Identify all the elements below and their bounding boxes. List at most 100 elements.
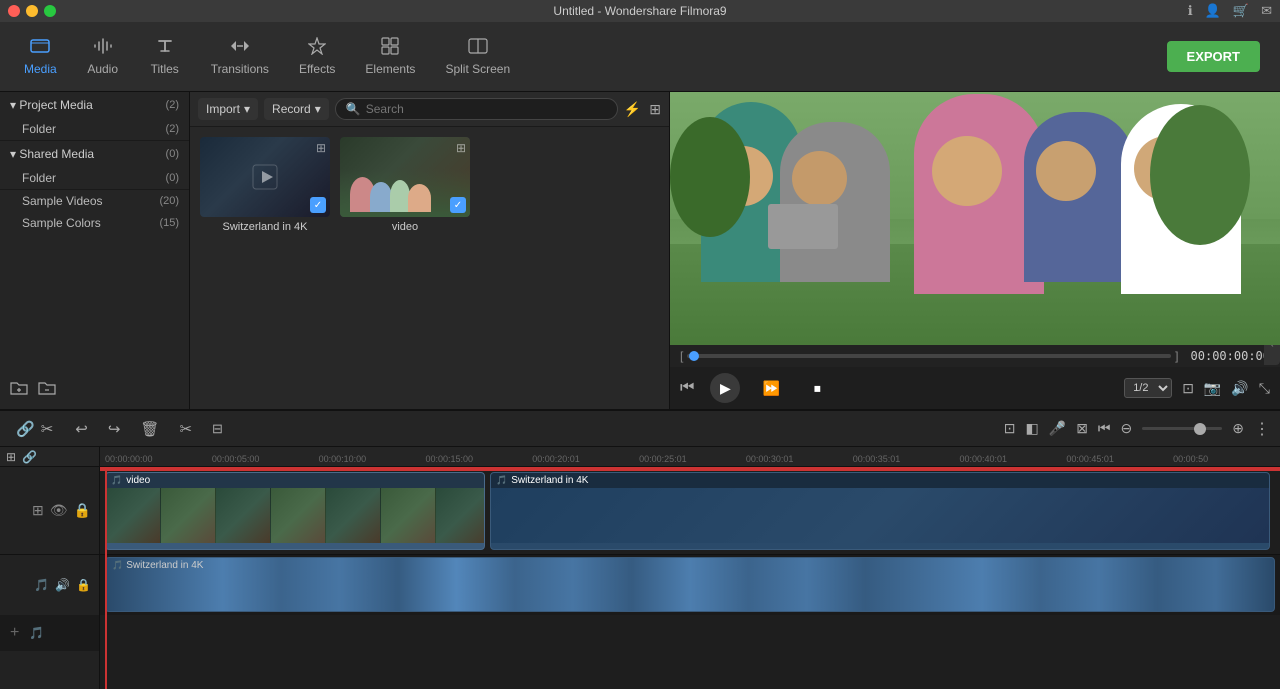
video-clip-2[interactable]: 🎵 Switzerland in 4K	[490, 472, 1270, 550]
expand-icon[interactable]: ⤡	[1259, 380, 1270, 397]
redo-button[interactable]: ↪	[104, 418, 125, 440]
tab-media[interactable]: Media	[10, 31, 71, 82]
ruler-mark-7: 00:00:35:01	[853, 454, 960, 464]
close-button[interactable]	[8, 5, 20, 17]
media-item-video-label: video	[340, 221, 470, 233]
detach-audio-icon[interactable]: ⊠	[1076, 420, 1088, 437]
window-title: Untitled - Wondershare Filmora9	[553, 4, 726, 18]
search-icon: 🔍	[346, 102, 361, 116]
account-icon[interactable]: 👤	[1205, 3, 1221, 19]
timeline-link-icon[interactable]: 🔗	[16, 420, 35, 438]
record-button[interactable]: Record ▾	[264, 98, 329, 120]
play-button[interactable]: ▶	[710, 373, 740, 403]
shared-media-folder[interactable]: Folder (0)	[0, 167, 189, 189]
zoom-in-icon[interactable]: ⊕	[1232, 420, 1244, 437]
tab-titles-label: Titles	[151, 62, 179, 76]
clip2-label: Switzerland in 4K	[511, 475, 588, 486]
eye-icon[interactable]: 👁	[50, 502, 68, 519]
zoom-out-icon[interactable]: ⊖	[1121, 420, 1133, 437]
cut-button[interactable]: ✂	[175, 418, 196, 440]
clip1-thumbnail-strip	[106, 488, 484, 543]
stop-button[interactable]: ⏹	[802, 373, 832, 403]
thumb-strip-1	[106, 488, 161, 543]
window-controls[interactable]	[8, 5, 56, 17]
ruler-mark-6: 00:00:30:01	[746, 454, 853, 464]
zoom-track	[1142, 427, 1222, 430]
playback-buttons: ⏮ ▶ ⏩ ⏹	[680, 373, 832, 403]
transitions-tab-icon	[230, 37, 250, 58]
playback-right-controls: 1/2 1/4 1/8 Full ⊡ 📷 🔊 ⤡	[1124, 378, 1270, 398]
adjust-button[interactable]: ⊟	[208, 419, 227, 439]
timeline-scissors-icon[interactable]: ✂	[41, 420, 54, 438]
timeline-red-bar	[100, 467, 1280, 471]
lock-icon[interactable]: 🔒	[74, 502, 91, 519]
mark-icon[interactable]: ◧	[1026, 420, 1039, 437]
clip2-music-icon: 🎵	[496, 475, 507, 486]
audio-lock-icon[interactable]: 🔒	[76, 578, 91, 592]
sample-colors-item[interactable]: Sample Colors (15)	[0, 212, 189, 234]
tab-elements[interactable]: Elements	[351, 31, 429, 82]
sample-videos-item[interactable]: Sample Videos (20)	[0, 190, 189, 212]
grid-icon[interactable]: ⊞	[649, 101, 661, 118]
zoom-slider[interactable]	[1142, 427, 1222, 430]
ruler-mark-5: 00:00:25:01	[639, 454, 746, 464]
media-grid: ⊞ ✓ Switzerland in 4K	[190, 127, 669, 409]
project-media-folder[interactable]: Folder (2)	[0, 118, 189, 140]
timeline-right-tools: ⊡ ◧ 🎤 ⊠ ⏮ ⊖ ⊕ ⋮	[1004, 419, 1270, 439]
rewind-button[interactable]: ⏮	[680, 379, 694, 397]
tab-transitions[interactable]: Transitions	[197, 31, 283, 82]
delete-folder-button[interactable]	[38, 380, 56, 401]
export-button[interactable]: EXPORT	[1167, 41, 1260, 72]
add-audio-track-icon[interactable]: 🎵	[29, 626, 44, 640]
audio-clip-1[interactable]: 🎵 Switzerland in 4K	[105, 557, 1275, 612]
search-input[interactable]	[366, 102, 607, 116]
music-icon[interactable]: 🎵	[34, 578, 49, 592]
project-media-count: (2)	[166, 99, 179, 111]
import-button[interactable]: Import ▾	[198, 98, 258, 120]
timeline-scrubber[interactable]	[687, 354, 1171, 358]
more-options-icon[interactable]: ⋮	[1254, 419, 1270, 439]
filter-icon[interactable]: ⚡	[624, 101, 641, 118]
snap-icon[interactable]: ⊡	[1004, 420, 1016, 437]
new-folder-button[interactable]	[10, 380, 28, 401]
prev-frame-icon[interactable]: ⏮	[1098, 420, 1111, 437]
grid-view-icon[interactable]: ⊞	[32, 502, 44, 519]
thumb-strip-6	[381, 488, 436, 543]
undo-button[interactable]: ↩	[71, 418, 92, 440]
info-icon[interactable]: ℹ	[1188, 3, 1193, 19]
video-clip-1[interactable]: 🎵 video	[105, 472, 485, 550]
cart-icon[interactable]: 🛒	[1233, 3, 1249, 19]
add-video-track-icon[interactable]: +	[10, 624, 19, 642]
volume-icon[interactable]: 🔊	[1231, 380, 1248, 397]
tab-titles[interactable]: Titles	[135, 31, 195, 82]
media-item-video[interactable]: ⊞ ✓ video	[340, 137, 470, 233]
mic-icon[interactable]: 🎤	[1049, 420, 1066, 437]
volume2-icon[interactable]: 🔊	[55, 578, 70, 592]
import-chevron-icon: ▾	[244, 102, 250, 116]
zoom-select[interactable]: 1/2 1/4 1/8 Full	[1124, 378, 1172, 398]
preview-panel: [ ] 00:00:00:00 ⏮ ▶ ⏩ ⏹ 1/2 1/4	[670, 92, 1280, 409]
delete-button[interactable]: 🗑	[136, 418, 163, 440]
fullscreen-icon[interactable]: ⊡	[1182, 380, 1194, 397]
shared-media-header[interactable]: Shared Media (0)	[0, 141, 189, 167]
timeline-magnet-icon[interactable]: ⊞	[6, 450, 16, 464]
minimize-button[interactable]	[26, 5, 38, 17]
thumb-grid-icon: ⊞	[316, 141, 326, 155]
fast-forward-button[interactable]: ⏩	[756, 373, 786, 403]
timeline-link2-icon[interactable]: 🔗	[22, 450, 37, 464]
tab-audio[interactable]: Audio	[73, 31, 133, 82]
ruler-mark-0: 00:00:00:00	[105, 454, 212, 464]
toolbar-tabs: Media Audio Titles Transitions	[10, 31, 1167, 82]
snapshot-icon[interactable]: 📷	[1204, 380, 1221, 397]
shared-media-section: Shared Media (0) Folder (0)	[0, 141, 189, 190]
tab-split-screen[interactable]: Split Screen	[431, 31, 524, 82]
mail-icon[interactable]: ✉	[1261, 3, 1272, 19]
timeline-playhead[interactable]	[105, 467, 107, 689]
media-item-switzerland[interactable]: ⊞ ✓ Switzerland in 4K	[200, 137, 330, 233]
record-chevron-icon: ▾	[315, 102, 321, 116]
tab-effects[interactable]: Effects	[285, 31, 349, 82]
timeline-ruler-area: 00:00:00:00 00:00:05:00 00:00:10:00 00:0…	[100, 447, 1280, 689]
maximize-button[interactable]	[44, 5, 56, 17]
project-media-header[interactable]: Project Media (2)	[0, 92, 189, 118]
titlebar: Untitled - Wondershare Filmora9 ℹ 👤 🛒 ✉	[0, 0, 1280, 22]
